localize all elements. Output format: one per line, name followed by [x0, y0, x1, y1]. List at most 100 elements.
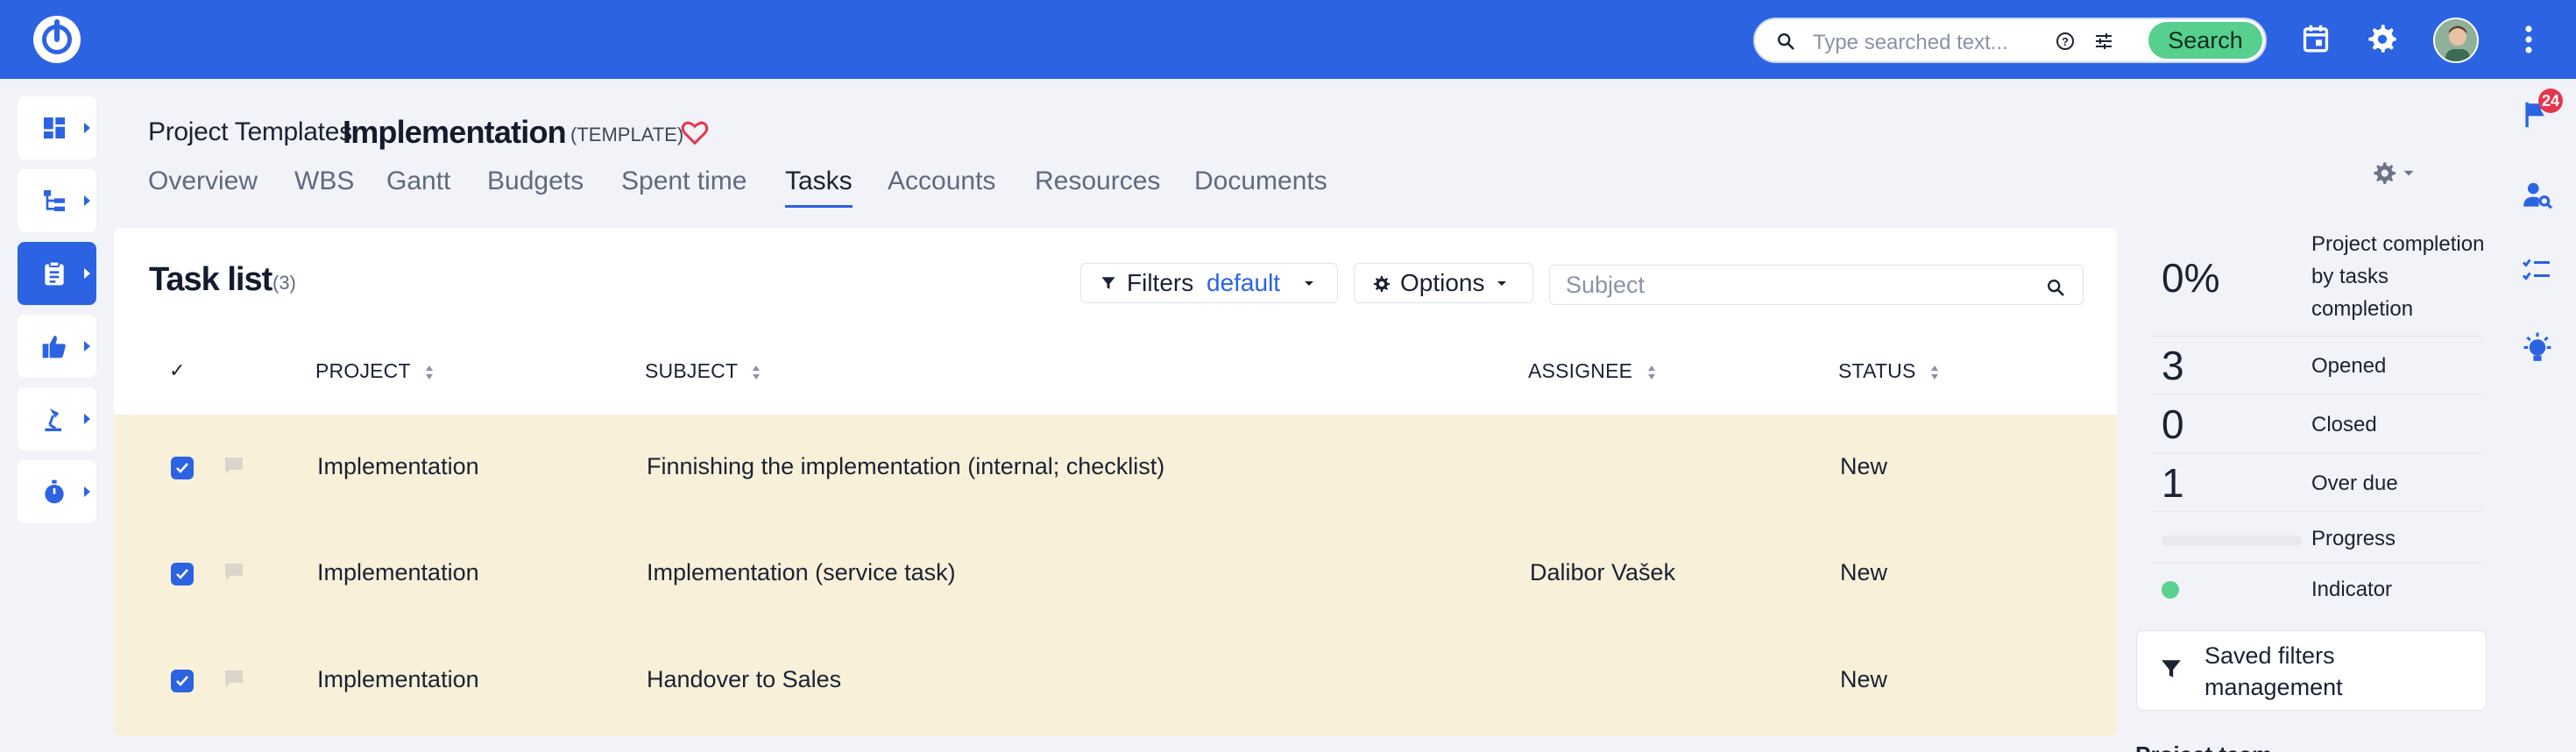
gear-icon	[1373, 275, 1391, 293]
tab-tasks[interactable]: Tasks	[785, 167, 853, 208]
opened-label[interactable]: Opened	[2311, 350, 2386, 382]
tab-accounts[interactable]: Accounts	[888, 167, 995, 196]
thumbs-up-icon	[42, 336, 66, 358]
search-input[interactable]: Type searched text...	[1813, 31, 2008, 55]
column-header-subject[interactable]: SUBJECT	[645, 359, 761, 383]
comment-icon[interactable]	[223, 669, 244, 688]
closed-value: 0	[2162, 401, 2184, 447]
saved-filters-button[interactable]: Saved filters management	[2136, 630, 2487, 711]
task-list-card: Task list (3) Filters default Options ✓ …	[114, 228, 2117, 736]
overdue-value: 1	[2162, 460, 2184, 506]
cell-assignee[interactable]: Dalibor Vašek	[1530, 559, 1675, 586]
row-checkbox[interactable]	[171, 563, 194, 585]
column-header-status[interactable]: STATUS	[1838, 359, 1939, 383]
breadcrumb[interactable]: Project Templates	[148, 117, 352, 147]
cell-project[interactable]: Implementation	[317, 666, 479, 693]
search-icon	[1778, 33, 1794, 50]
project-team-heading: Project team	[2135, 741, 2272, 752]
filters-label: Filters	[1127, 269, 1194, 296]
tab-overview[interactable]: Overview	[148, 167, 258, 196]
stopwatch-icon	[45, 479, 64, 504]
tree-icon	[44, 190, 65, 211]
global-search: Type searched text... ? Search	[1753, 18, 2267, 63]
subject-input[interactable]	[1550, 266, 2023, 304]
tab-gantt[interactable]: Gantt	[386, 167, 450, 196]
chevron-down-icon	[1497, 281, 1506, 286]
options-button[interactable]: Options	[1354, 263, 1533, 303]
project-settings-gear-icon[interactable]	[2371, 161, 2420, 188]
person-search-icon[interactable]	[2521, 179, 2554, 212]
lightbulb-icon[interactable]	[2521, 331, 2554, 366]
stat-divider	[2151, 563, 2484, 564]
lamp-icon	[45, 408, 61, 431]
stat-divider	[2151, 511, 2484, 512]
clipboard-icon	[45, 260, 64, 286]
progress-label: Progress	[2311, 527, 2396, 550]
nav-tasks[interactable]	[18, 242, 96, 305]
notification-badge: 24	[2538, 89, 2563, 113]
table-row[interactable]: Implementation Finnishing the implementa…	[114, 415, 2117, 521]
cell-status[interactable]: New	[1840, 666, 1887, 693]
saved-filters-label: Saved filters management	[2204, 642, 2343, 700]
overdue-label[interactable]: Over due	[2311, 467, 2398, 500]
tab-resources[interactable]: Resources	[1035, 167, 1160, 196]
cell-status[interactable]: New	[1840, 453, 1887, 480]
more-vertical-icon[interactable]	[2523, 25, 2534, 54]
cell-project[interactable]: Implementation	[317, 453, 479, 480]
nav-ideas[interactable]	[18, 387, 96, 450]
select-all-toggle[interactable]: ✓	[169, 359, 185, 382]
cell-project[interactable]: Implementation	[317, 559, 479, 586]
tab-wbs[interactable]: WBS	[294, 167, 354, 196]
tab-spent-time[interactable]: Spent time	[621, 167, 747, 196]
column-header-project[interactable]: PROJECT	[315, 359, 434, 383]
app-logo[interactable]	[33, 16, 81, 63]
top-bar: Type searched text... ? Search	[0, 0, 2576, 79]
cell-status[interactable]: New	[1840, 559, 1887, 586]
nav-dashboard[interactable]	[18, 96, 96, 160]
page-title: Implementation	[343, 114, 567, 150]
search-icon[interactable]	[2046, 278, 2065, 297]
row-checkbox[interactable]	[171, 457, 194, 479]
indicator-label: Indicator	[2311, 578, 2393, 601]
settings-gear-icon[interactable]	[2367, 23, 2398, 54]
dashboard-icon	[44, 117, 65, 138]
comment-icon[interactable]	[223, 456, 244, 475]
tab-documents[interactable]: Documents	[1194, 167, 1327, 196]
sort-icon	[1647, 365, 1655, 380]
nav-time[interactable]	[18, 460, 96, 523]
chevron-down-icon	[1305, 281, 1313, 286]
sort-icon	[753, 365, 761, 380]
options-label: Options	[1400, 269, 1485, 296]
cell-subject[interactable]: Finnishing the implementation (internal;…	[647, 453, 1164, 480]
cell-subject[interactable]: Handover to Sales	[647, 666, 841, 693]
row-checkbox[interactable]	[171, 670, 194, 692]
svg-text:?: ?	[2062, 35, 2069, 48]
sort-icon	[425, 365, 433, 380]
checklist-icon[interactable]	[2521, 256, 2552, 287]
filter-icon	[1101, 277, 1115, 289]
task-count: (3)	[272, 272, 296, 294]
template-tag: (TEMPLATE)	[570, 124, 684, 145]
subject-search	[1549, 265, 2084, 305]
closed-label[interactable]: Closed	[2311, 408, 2377, 441]
table-row[interactable]: Implementation Handover to Sales New	[114, 628, 2117, 735]
filters-value: default	[1207, 269, 1281, 296]
favorite-heart-icon[interactable]	[680, 119, 710, 145]
filter-icon	[2162, 660, 2181, 678]
search-button[interactable]: Search	[2148, 22, 2262, 59]
nav-feedback[interactable]	[18, 315, 96, 378]
filters-button[interactable]: Filters default	[1080, 263, 1338, 303]
table-row[interactable]: Implementation Implementation (service t…	[114, 521, 2117, 628]
user-avatar[interactable]	[2433, 18, 2479, 63]
completion-label: Project completion by tasks completion	[2311, 232, 2485, 321]
calendar-icon[interactable]	[2301, 23, 2331, 54]
search-options-icon[interactable]	[2093, 31, 2114, 52]
stat-divider	[2151, 452, 2484, 453]
task-list-title: Task list	[149, 261, 272, 298]
comment-icon[interactable]	[223, 562, 244, 581]
help-icon[interactable]: ?	[2055, 31, 2076, 52]
tab-budgets[interactable]: Budgets	[487, 167, 584, 196]
column-header-assignee[interactable]: ASSIGNEE	[1528, 359, 1656, 383]
nav-structure[interactable]	[18, 169, 96, 232]
cell-subject[interactable]: Implementation (service task)	[647, 559, 956, 586]
